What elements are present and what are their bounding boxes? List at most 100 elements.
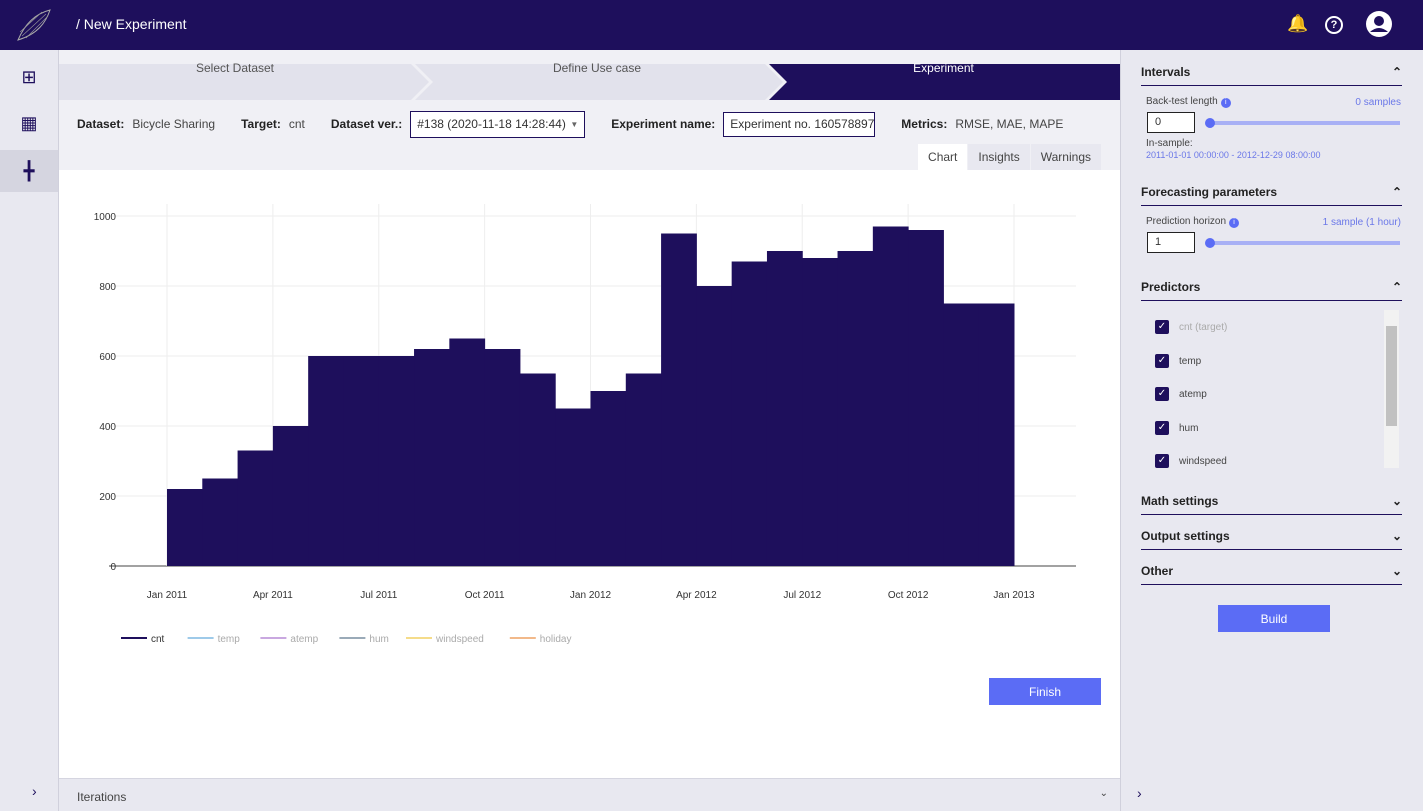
metrics-value: RMSE, MAE, MAPE	[955, 117, 1064, 131]
y-tick-label: 1000	[94, 212, 117, 223]
legend-label: atemp	[290, 634, 318, 645]
checkbox-checked-icon[interactable]: ✓	[1155, 320, 1169, 334]
legend-label: cnt	[151, 634, 165, 645]
section-forecasting[interactable]: Forecasting parameters ⌃	[1141, 178, 1402, 206]
legend-label: windspeed	[435, 634, 484, 645]
scrollbar-thumb[interactable]	[1386, 326, 1397, 426]
horizon-slider[interactable]	[1205, 238, 1400, 248]
cnt-monthly-bar	[731, 261, 768, 566]
checkbox-checked-icon[interactable]: ✓	[1155, 387, 1169, 401]
sidebar-item-datasets[interactable]: ⊞	[0, 58, 58, 96]
experiment-name-label: Experiment name:	[611, 117, 716, 131]
step-define-use-case[interactable]: Define Use case	[429, 50, 765, 86]
cnt-monthly-bar	[343, 356, 380, 566]
chevron-down-icon: ⌄	[1391, 563, 1402, 578]
section-title: Other	[1141, 563, 1174, 578]
iterations-label: Iterations	[77, 790, 127, 804]
checkbox-checked-icon[interactable]: ✓	[1155, 354, 1169, 368]
section-output[interactable]: Output settings ⌄	[1141, 522, 1402, 550]
x-tick-label: Jan 2011	[147, 590, 188, 601]
step-experiment[interactable]: Experiment	[787, 50, 1100, 86]
bell-icon[interactable]: 🔔	[1287, 14, 1308, 34]
x-tick-label: Jul 2012	[783, 590, 821, 601]
x-tick-label: Oct 2011	[465, 590, 505, 601]
cnt-monthly-bar	[519, 373, 556, 566]
slider-handle[interactable]	[1205, 238, 1215, 248]
y-tick-label: 0	[110, 562, 116, 573]
y-tick-label: 600	[99, 352, 116, 363]
cnt-monthly-bar	[837, 251, 874, 566]
x-tick-label: Jan 2013	[993, 590, 1035, 601]
view-tabs: Chart Insights Warnings	[917, 144, 1101, 170]
sidebar-item-experiments[interactable]: ╋	[0, 150, 58, 192]
legend-label: temp	[218, 634, 241, 645]
info-icon[interactable]: i	[1220, 98, 1231, 108]
section-math[interactable]: Math settings ⌄	[1141, 487, 1402, 515]
predictors-scrollbar[interactable]	[1384, 310, 1399, 468]
account-icon[interactable]	[1366, 11, 1392, 37]
cnt-monthly-bar	[237, 450, 274, 566]
checkbox-checked-icon[interactable]: ✓	[1155, 454, 1169, 468]
predictor-item[interactable]: ✓ windspeed	[1155, 454, 1227, 468]
checkbox-checked-icon[interactable]: ✓	[1155, 421, 1169, 435]
x-tick-label: Jan 2012	[570, 590, 612, 601]
cnt-monthly-bar	[167, 489, 203, 566]
section-predictors[interactable]: Predictors ⌃	[1141, 273, 1402, 301]
section-intervals[interactable]: Intervals ⌃	[1141, 58, 1402, 86]
sidebar-item-tables[interactable]: ▦	[0, 104, 58, 142]
backtest-slider[interactable]	[1205, 118, 1400, 128]
x-tick-label: Apr 2012	[676, 590, 717, 601]
section-title: Forecasting parameters	[1141, 184, 1278, 199]
predictor-item[interactable]: ✓ hum	[1155, 421, 1198, 435]
help-icon[interactable]: ?	[1325, 16, 1343, 34]
dataset-version-select[interactable]: #138 (2020-11-18 14:28:44) ▼	[410, 110, 586, 138]
dataset-version-value: #138 (2020-11-18 14:28:44)	[417, 117, 566, 131]
y-tick-label: 200	[99, 492, 116, 503]
cnt-monthly-bar	[978, 303, 1015, 566]
dataset-label: Dataset:	[77, 117, 125, 131]
tab-insights[interactable]: Insights	[968, 144, 1030, 170]
logo-icon[interactable]	[16, 8, 52, 42]
chevron-up-icon: ⌃	[1391, 184, 1402, 199]
predictor-item[interactable]: ✓ atemp	[1155, 387, 1207, 401]
cnt-monthly-bar	[696, 286, 733, 566]
step-select-dataset[interactable]: Select Dataset	[59, 50, 411, 86]
sidebar: ⊞ ▦ ╋ ›	[0, 50, 59, 811]
y-tick-label: 800	[99, 282, 116, 293]
metrics-label: Metrics:	[901, 117, 948, 131]
grid-icon: ⊞	[21, 66, 37, 87]
page-title: / New Experiment	[76, 16, 187, 32]
chart-panel: 0 200 400 600 800 1000 Jan 2011 Apr 2011 Jul 201…	[59, 170, 1120, 778]
predictor-item[interactable]: ✓ temp	[1155, 354, 1201, 368]
horizon-input[interactable]: 1	[1147, 232, 1195, 253]
experiment-name-input[interactable]: Experiment no. 1605788976	[723, 111, 876, 137]
section-other[interactable]: Other ⌄	[1141, 557, 1402, 585]
expand-icon[interactable]: ›	[32, 783, 37, 799]
settings-panel: Intervals ⌃ Back-test length i 0 samples 0…	[1120, 50, 1423, 811]
cnt-monthly-bar	[943, 303, 980, 566]
cnt-monthly-bar	[272, 426, 309, 566]
build-button[interactable]: Build	[1218, 605, 1330, 632]
cnt-monthly-bar	[414, 349, 450, 566]
x-tick-label: Apr 2011	[253, 590, 293, 601]
tab-chart[interactable]: Chart	[918, 144, 968, 170]
tab-warnings[interactable]: Warnings	[1030, 144, 1101, 170]
section-title: Math settings	[1141, 493, 1219, 508]
expand-icon[interactable]: ›	[1137, 785, 1142, 801]
cnt-monthly-bar	[449, 338, 486, 566]
finish-button[interactable]: Finish	[989, 678, 1101, 705]
backtest-input[interactable]: 0	[1147, 112, 1195, 133]
predictor-item[interactable]: ✓ cnt (target)	[1155, 320, 1227, 334]
cnt-monthly-bar	[766, 251, 803, 566]
legend-label: hum	[369, 634, 388, 645]
info-icon[interactable]: i	[1229, 218, 1240, 228]
iterations-panel[interactable]: Iterations ⌄	[59, 778, 1120, 811]
chevron-up-icon: ⌃	[1391, 64, 1402, 79]
top-bar: / New Experiment 🔔 ?	[0, 0, 1423, 50]
dataset-value: Bicycle Sharing	[132, 117, 216, 131]
cnt-monthly-bar	[308, 356, 344, 566]
chevron-down-icon: ⌄	[1099, 788, 1108, 799]
slider-handle[interactable]	[1205, 118, 1215, 128]
time-series-chart[interactable]: 0 200 400 600 800 1000 Jan 2011 Apr 2011 Jul 201…	[59, 170, 1120, 670]
cnt-monthly-bar	[555, 408, 591, 566]
